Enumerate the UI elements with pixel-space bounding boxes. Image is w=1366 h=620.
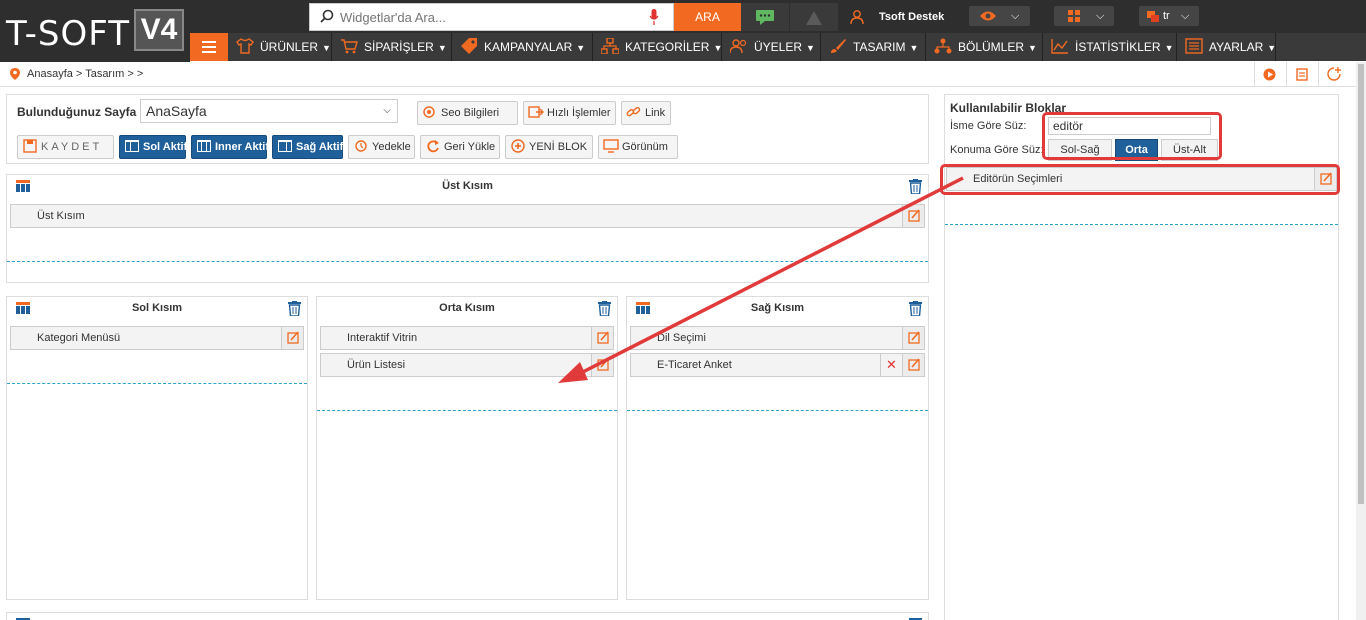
annotation-arrow-icon xyxy=(558,176,964,383)
